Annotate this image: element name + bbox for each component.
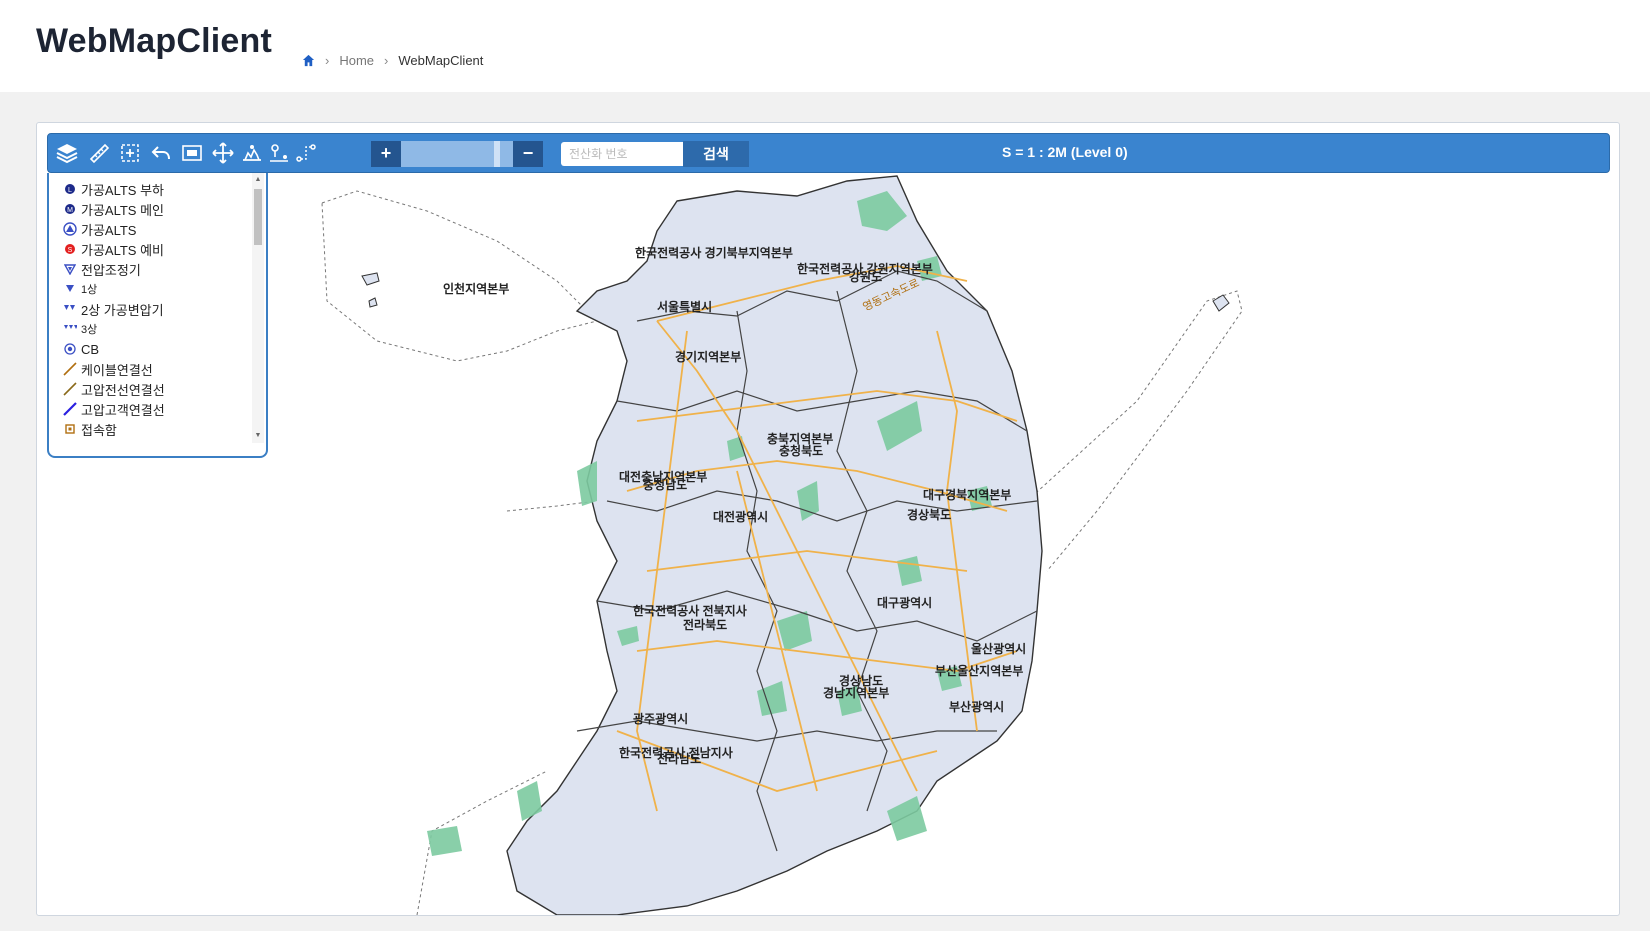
- map-toolbar: + − 검색 S = 1 : 2M (Level 0): [47, 133, 1610, 173]
- search-button[interactable]: 검색: [683, 141, 749, 167]
- legend-label: 가공ALTS: [81, 222, 137, 238]
- pan-icon[interactable]: [211, 141, 235, 165]
- map-label: 한국전력공사 전북지사: [633, 603, 747, 618]
- map-label: 울산광역시: [971, 641, 1026, 656]
- legend-label: CB: [81, 341, 100, 357]
- junction-box-icon: [63, 422, 77, 436]
- map-label: 부산울산지역본부: [935, 663, 1023, 678]
- legend-item[interactable]: 케이블연결선: [49, 359, 249, 379]
- chevron-right-icon: ›: [325, 53, 330, 68]
- legend-list: L 가공ALTS 부하 M 가공ALTS 메인 가공ALTS S 가공ALTS …: [49, 179, 249, 439]
- map-label: 인천지역본부: [443, 281, 509, 296]
- circuit-breaker-icon: [63, 342, 77, 356]
- map-label: 한국전력공사 경기북부지역본부: [635, 245, 793, 260]
- zoom-box-icon[interactable]: [118, 141, 142, 165]
- overview-icon[interactable]: [240, 141, 264, 165]
- map-label: 서울특별시: [657, 299, 712, 314]
- breadcrumb: › Home › WebMapClient: [302, 53, 483, 68]
- legend-panel: L 가공ALTS 부하 M 가공ALTS 메인 가공ALTS S 가공ALTS …: [47, 173, 268, 458]
- zoom-in-button[interactable]: +: [371, 141, 401, 167]
- legend-label: 전압조정기: [81, 262, 141, 278]
- legend-label: 2상 가공변압기: [81, 302, 164, 318]
- map-label: 광주광역시: [633, 711, 688, 726]
- legend-item[interactable]: 접속함: [49, 419, 249, 439]
- undo-icon[interactable]: [149, 141, 173, 165]
- breadcrumb-home[interactable]: Home: [339, 53, 374, 68]
- map-label: 충청북도: [779, 443, 823, 458]
- chevron-right-icon: ›: [384, 53, 389, 68]
- layers-icon[interactable]: [55, 141, 79, 165]
- alts-main-icon: M: [63, 202, 77, 216]
- svg-text:L: L: [68, 187, 72, 194]
- scrollbar-thumb[interactable]: [254, 189, 262, 245]
- map-label: 부산광역시: [949, 699, 1004, 714]
- legend-label: 고압고객연결선: [81, 402, 165, 418]
- zoom-slider-handle[interactable]: [494, 141, 501, 167]
- legend-item[interactable]: 1상: [49, 279, 249, 299]
- legend-label: 고압전선연결선: [81, 382, 165, 398]
- page-title: WebMapClient: [36, 22, 273, 60]
- legend-label: 3상: [81, 324, 98, 336]
- map-label: 강원도: [849, 270, 882, 284]
- map-label: 전라남도: [657, 751, 701, 766]
- full-extent-icon[interactable]: [180, 141, 204, 165]
- map-label: 대전광역시: [713, 509, 768, 524]
- legend-label: 1상: [81, 284, 98, 296]
- measure-icon[interactable]: [87, 141, 111, 165]
- voltage-regulator-icon: [63, 262, 77, 276]
- legend-item[interactable]: 고압전선연결선: [49, 379, 249, 399]
- map-label: 경상북도: [907, 507, 951, 522]
- legend-label: 케이블연결선: [81, 362, 153, 378]
- alts-spare-icon: S: [63, 242, 77, 256]
- legend-item[interactable]: 3상: [49, 319, 249, 339]
- single-phase-icon: [63, 282, 77, 296]
- zoom-out-button[interactable]: −: [513, 141, 543, 167]
- hv-customer-line-icon: [63, 402, 77, 416]
- legend-item[interactable]: CB: [49, 339, 249, 359]
- legend-label: 가공ALTS 예비: [81, 242, 164, 258]
- map-label: 충청남도: [643, 477, 687, 492]
- map-label: 대구경북지역본부: [923, 487, 1011, 502]
- legend-scrollbar[interactable]: ▲ ▼: [252, 173, 264, 443]
- search-input[interactable]: [561, 142, 689, 166]
- scale-indicator: S = 1 : 2M (Level 0): [1002, 144, 1128, 160]
- header-bar: WebMapClient › Home › WebMapClient: [0, 0, 1650, 92]
- map-frame: 한국전력공사 경기북부지역본부 한국전력공사 강원지역본부 강원도 인천지역본부…: [36, 122, 1620, 916]
- cable-line-icon: [63, 362, 77, 376]
- legend-item[interactable]: L 가공ALTS 부하: [49, 179, 249, 199]
- svg-text:S: S: [68, 247, 73, 254]
- hv-wire-line-icon: [63, 382, 77, 396]
- scroll-down-icon[interactable]: ▼: [254, 432, 262, 440]
- three-phase-icon: [63, 322, 77, 336]
- korea-landmass: [506, 175, 1043, 915]
- legend-item[interactable]: 가공ALTS: [49, 219, 249, 239]
- legend-label: 가공ALTS 메인: [81, 202, 164, 218]
- breadcrumb-current: WebMapClient: [398, 53, 484, 68]
- map-label: 전라북도: [683, 617, 727, 632]
- svg-text:M: M: [67, 207, 73, 214]
- legend-item[interactable]: 고압고객연결선: [49, 399, 249, 419]
- legend-item[interactable]: 2상 가공변압기: [49, 299, 249, 319]
- alts-icon: [63, 222, 77, 236]
- legend-item[interactable]: M 가공ALTS 메인: [49, 199, 249, 219]
- legend-item[interactable]: S 가공ALTS 예비: [49, 239, 249, 259]
- alts-load-icon: L: [63, 182, 77, 196]
- legend-item[interactable]: 전압조정기: [49, 259, 249, 279]
- path-icon[interactable]: [294, 141, 318, 165]
- legend-label: 접속함: [81, 422, 117, 438]
- route-icon[interactable]: [267, 141, 291, 165]
- map-label: 대구광역시: [877, 595, 932, 610]
- map-label: 경기지역본부: [675, 349, 741, 364]
- legend-label: 가공ALTS 부하: [81, 182, 164, 198]
- scroll-up-icon[interactable]: ▲: [254, 176, 262, 184]
- map-label: 경남지역본부: [823, 685, 889, 700]
- map-canvas[interactable]: 한국전력공사 경기북부지역본부 한국전력공사 강원지역본부 강원도 인천지역본부…: [37, 171, 1619, 915]
- two-phase-transformer-icon: [63, 302, 77, 316]
- home-icon[interactable]: [302, 54, 315, 67]
